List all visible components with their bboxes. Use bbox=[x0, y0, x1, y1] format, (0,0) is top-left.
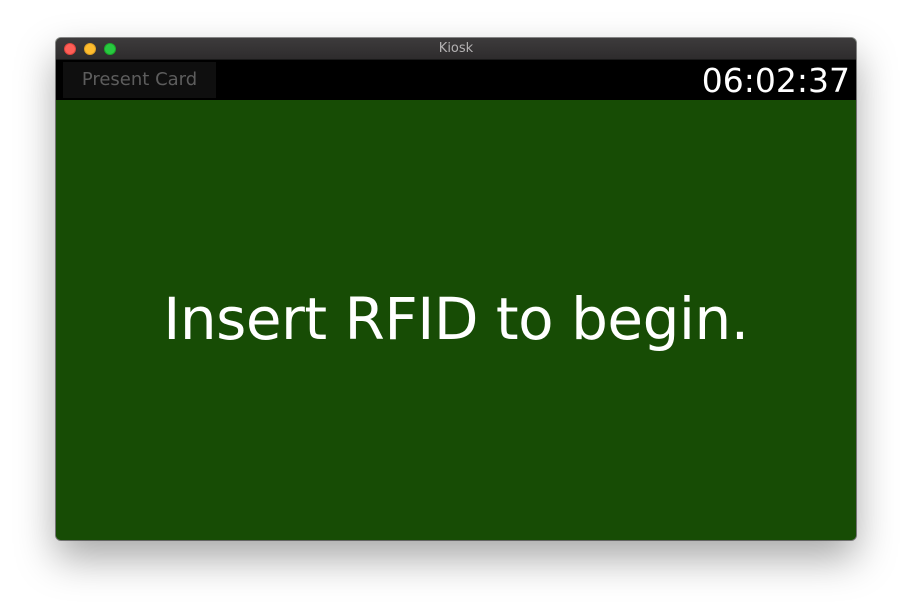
window-title: Kiosk bbox=[438, 41, 474, 56]
main-content: Insert RFID to begin. bbox=[56, 100, 856, 540]
present-card-button[interactable]: Present Card bbox=[63, 62, 216, 98]
title-bar[interactable]: Kiosk bbox=[56, 38, 856, 60]
clock-display: 06:02:37 bbox=[701, 61, 850, 100]
top-bar: Present Card 06:02:37 bbox=[56, 60, 856, 100]
rfid-prompt: Insert RFID to begin. bbox=[163, 285, 749, 353]
kiosk-window: Kiosk Present Card 06:02:37 Insert RFID … bbox=[56, 38, 856, 540]
